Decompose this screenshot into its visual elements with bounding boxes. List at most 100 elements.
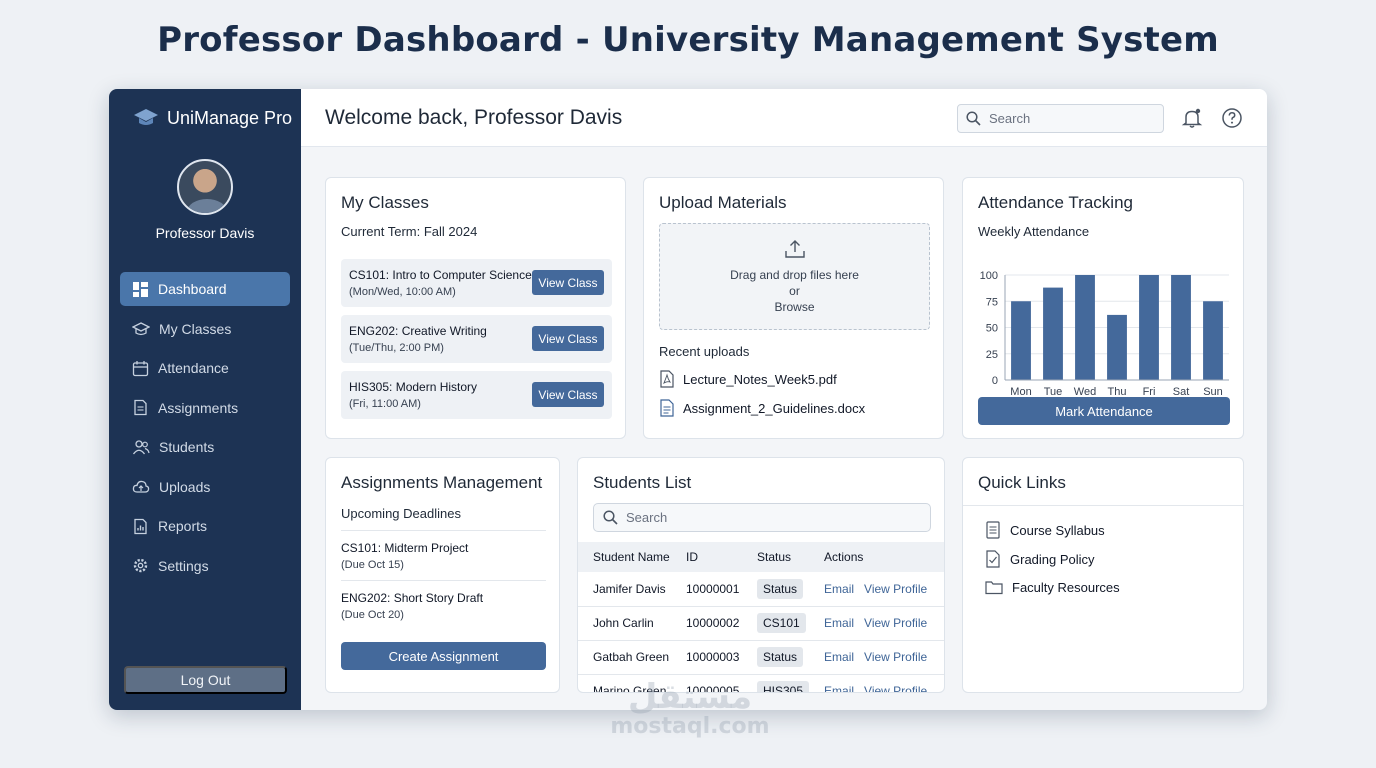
sidebar-item-reports[interactable]: Reports xyxy=(120,509,290,543)
logout-button[interactable]: Log Out xyxy=(124,666,287,694)
column-header[interactable]: Student Name xyxy=(578,542,671,572)
recent-file[interactable]: Lecture_Notes_Week5.pdf xyxy=(659,370,837,388)
my-classes-title: My Classes xyxy=(341,193,429,212)
calendar-icon xyxy=(132,360,149,376)
recent-file[interactable]: Assignment_2_Guidelines.docx xyxy=(659,399,865,417)
quick-link-grading-policy[interactable]: Grading Policy xyxy=(985,550,1095,568)
column-header[interactable]: Status xyxy=(742,542,810,572)
quick-link-label: Grading Policy xyxy=(1010,551,1095,567)
professor-name: Professor Davis xyxy=(155,225,255,241)
deadline-item[interactable]: CS101: Midterm Project (Due Oct 15) xyxy=(341,530,546,571)
sidebar-item-attendance[interactable]: Attendance xyxy=(120,351,290,385)
bar-mon[interactable] xyxy=(1011,301,1031,380)
sidebar-nav: Dashboard My Classes Attendance Assignme… xyxy=(120,272,290,588)
bell-icon[interactable] xyxy=(1181,107,1203,129)
header-search-input[interactable] xyxy=(989,111,1149,126)
assignments-card: Assignments Management Upcoming Deadline… xyxy=(325,457,560,693)
sidebar-item-dashboard[interactable]: Dashboard xyxy=(120,272,290,306)
dashboard-icon xyxy=(133,281,148,297)
quick-link-faculty-resources[interactable]: Faculty Resources xyxy=(985,579,1120,595)
divider xyxy=(963,505,1243,506)
checklist-icon xyxy=(986,550,1000,568)
students-search-input[interactable] xyxy=(626,510,906,525)
attendance-chart: 0255075100Mon Tue Wed Thu Fri Sat Sun xyxy=(980,270,1229,398)
help-icon[interactable] xyxy=(1221,107,1243,129)
deadline-name: ENG202: Short Story Draft xyxy=(341,591,484,605)
deadline-due: (Due Oct 15) xyxy=(341,559,404,571)
users-icon xyxy=(132,439,150,454)
search-icon xyxy=(603,510,618,525)
sidebar-item-my-classes[interactable]: My Classes xyxy=(120,312,290,346)
sidebar-item-assignments[interactable]: Assignments xyxy=(120,391,290,425)
dropzone-or: or xyxy=(789,284,800,298)
folder-icon xyxy=(985,581,1003,595)
avatar[interactable] xyxy=(177,159,233,215)
search-icon xyxy=(966,111,981,126)
dropzone-text: Drag and drop files here xyxy=(730,268,859,282)
create-assignment-button[interactable]: Create Assignment xyxy=(341,642,546,670)
sidebar-item-settings[interactable]: Settings xyxy=(120,549,290,583)
sidebar-item-label: Dashboard xyxy=(158,281,227,297)
view-profile-link[interactable]: View Profile xyxy=(864,582,927,596)
email-link[interactable]: Email xyxy=(824,684,854,692)
quick-link-label: Course Syllabus xyxy=(1010,522,1105,538)
students-title: Students List xyxy=(593,473,692,492)
deadline-item[interactable]: ENG202: Short Story Draft (Due Oct 20) xyxy=(341,580,546,621)
topbar: Welcome back, Professor Davis xyxy=(301,89,1267,147)
bar-fri[interactable] xyxy=(1139,275,1159,380)
sidebar-item-label: Assignments xyxy=(158,399,239,416)
table-row[interactable]: John Carlin 10000002 CS101 Email View Pro… xyxy=(578,606,944,641)
table-row[interactable]: Gatbah Green 10000003 Status Email View P… xyxy=(578,640,944,675)
email-link[interactable]: Email xyxy=(824,616,854,630)
app-window: UniManage Pro Professor Davis Dashboard … xyxy=(109,89,1267,710)
bar-sun[interactable] xyxy=(1203,301,1223,380)
deadline-due: (Due Oct 20) xyxy=(341,609,404,621)
email-link[interactable]: Email xyxy=(824,650,854,664)
header-search[interactable] xyxy=(957,104,1164,133)
sidebar: UniManage Pro Professor Davis Dashboard … xyxy=(109,89,301,710)
y-tick-label: 100 xyxy=(980,270,998,282)
sidebar-item-label: Students xyxy=(159,439,215,455)
main-content: Welcome back, Professor Davis My Classes… xyxy=(301,89,1267,710)
brand-name: UniManage Pro xyxy=(167,107,293,128)
bar-thu[interactable] xyxy=(1107,314,1127,380)
column-header[interactable]: Actions xyxy=(809,542,944,572)
sidebar-item-label: Reports xyxy=(158,518,208,534)
sidebar-item-label: My Classes xyxy=(159,320,232,337)
class-item: ENG202: Creative Writing (Tue/Thu, 2:00 … xyxy=(341,315,612,363)
student-name: John Carlin xyxy=(578,606,671,641)
class-time: (Mon/Wed, 10:00 AM) xyxy=(349,286,456,298)
students-search[interactable] xyxy=(593,503,931,532)
bar-wed[interactable] xyxy=(1075,275,1095,380)
y-tick-label: 25 xyxy=(986,349,998,361)
doc-file-icon xyxy=(660,399,674,417)
column-header[interactable]: ID xyxy=(671,542,742,572)
table-row[interactable]: Jamifer Davis 10000001 Status Email View … xyxy=(578,572,944,607)
view-class-button[interactable]: View Class xyxy=(532,270,604,295)
bar-sat[interactable] xyxy=(1171,275,1191,380)
y-tick-label: 50 xyxy=(986,323,998,335)
brand[interactable]: UniManage Pro xyxy=(133,107,292,129)
document-icon xyxy=(986,521,1000,539)
browse-link[interactable]: Browse xyxy=(660,299,929,315)
quick-links-card: Quick Links Course Syllabus Grading Poli… xyxy=(962,457,1244,693)
sidebar-item-students[interactable]: Students xyxy=(120,430,290,464)
file-name: Lecture_Notes_Week5.pdf xyxy=(683,371,837,387)
students-list-card: Students List Student Name ID Status Act… xyxy=(577,457,945,693)
students-table: Student Name ID Status Actions Jamifer D… xyxy=(578,542,944,692)
view-class-button[interactable]: View Class xyxy=(532,326,604,351)
bar-tue[interactable] xyxy=(1043,287,1063,380)
recent-uploads-label: Recent uploads xyxy=(659,344,750,359)
view-profile-link[interactable]: View Profile xyxy=(864,684,927,692)
view-profile-link[interactable]: View Profile xyxy=(864,650,927,664)
my-classes-card: My Classes Current Term: Fall 2024 CS101… xyxy=(325,177,626,439)
quick-link-course-syllabus[interactable]: Course Syllabus xyxy=(985,521,1105,539)
view-profile-link[interactable]: View Profile xyxy=(864,616,927,630)
file-dropzone[interactable]: Drag and drop files here or Browse xyxy=(659,223,930,330)
sidebar-item-uploads[interactable]: Uploads xyxy=(120,470,290,504)
email-link[interactable]: Email xyxy=(824,582,854,596)
quick-links-title: Quick Links xyxy=(978,473,1066,492)
view-class-button[interactable]: View Class xyxy=(532,382,604,407)
mark-attendance-button[interactable]: Mark Attendance xyxy=(978,397,1230,425)
class-name: CS101: Intro to Computer Science xyxy=(349,268,532,282)
